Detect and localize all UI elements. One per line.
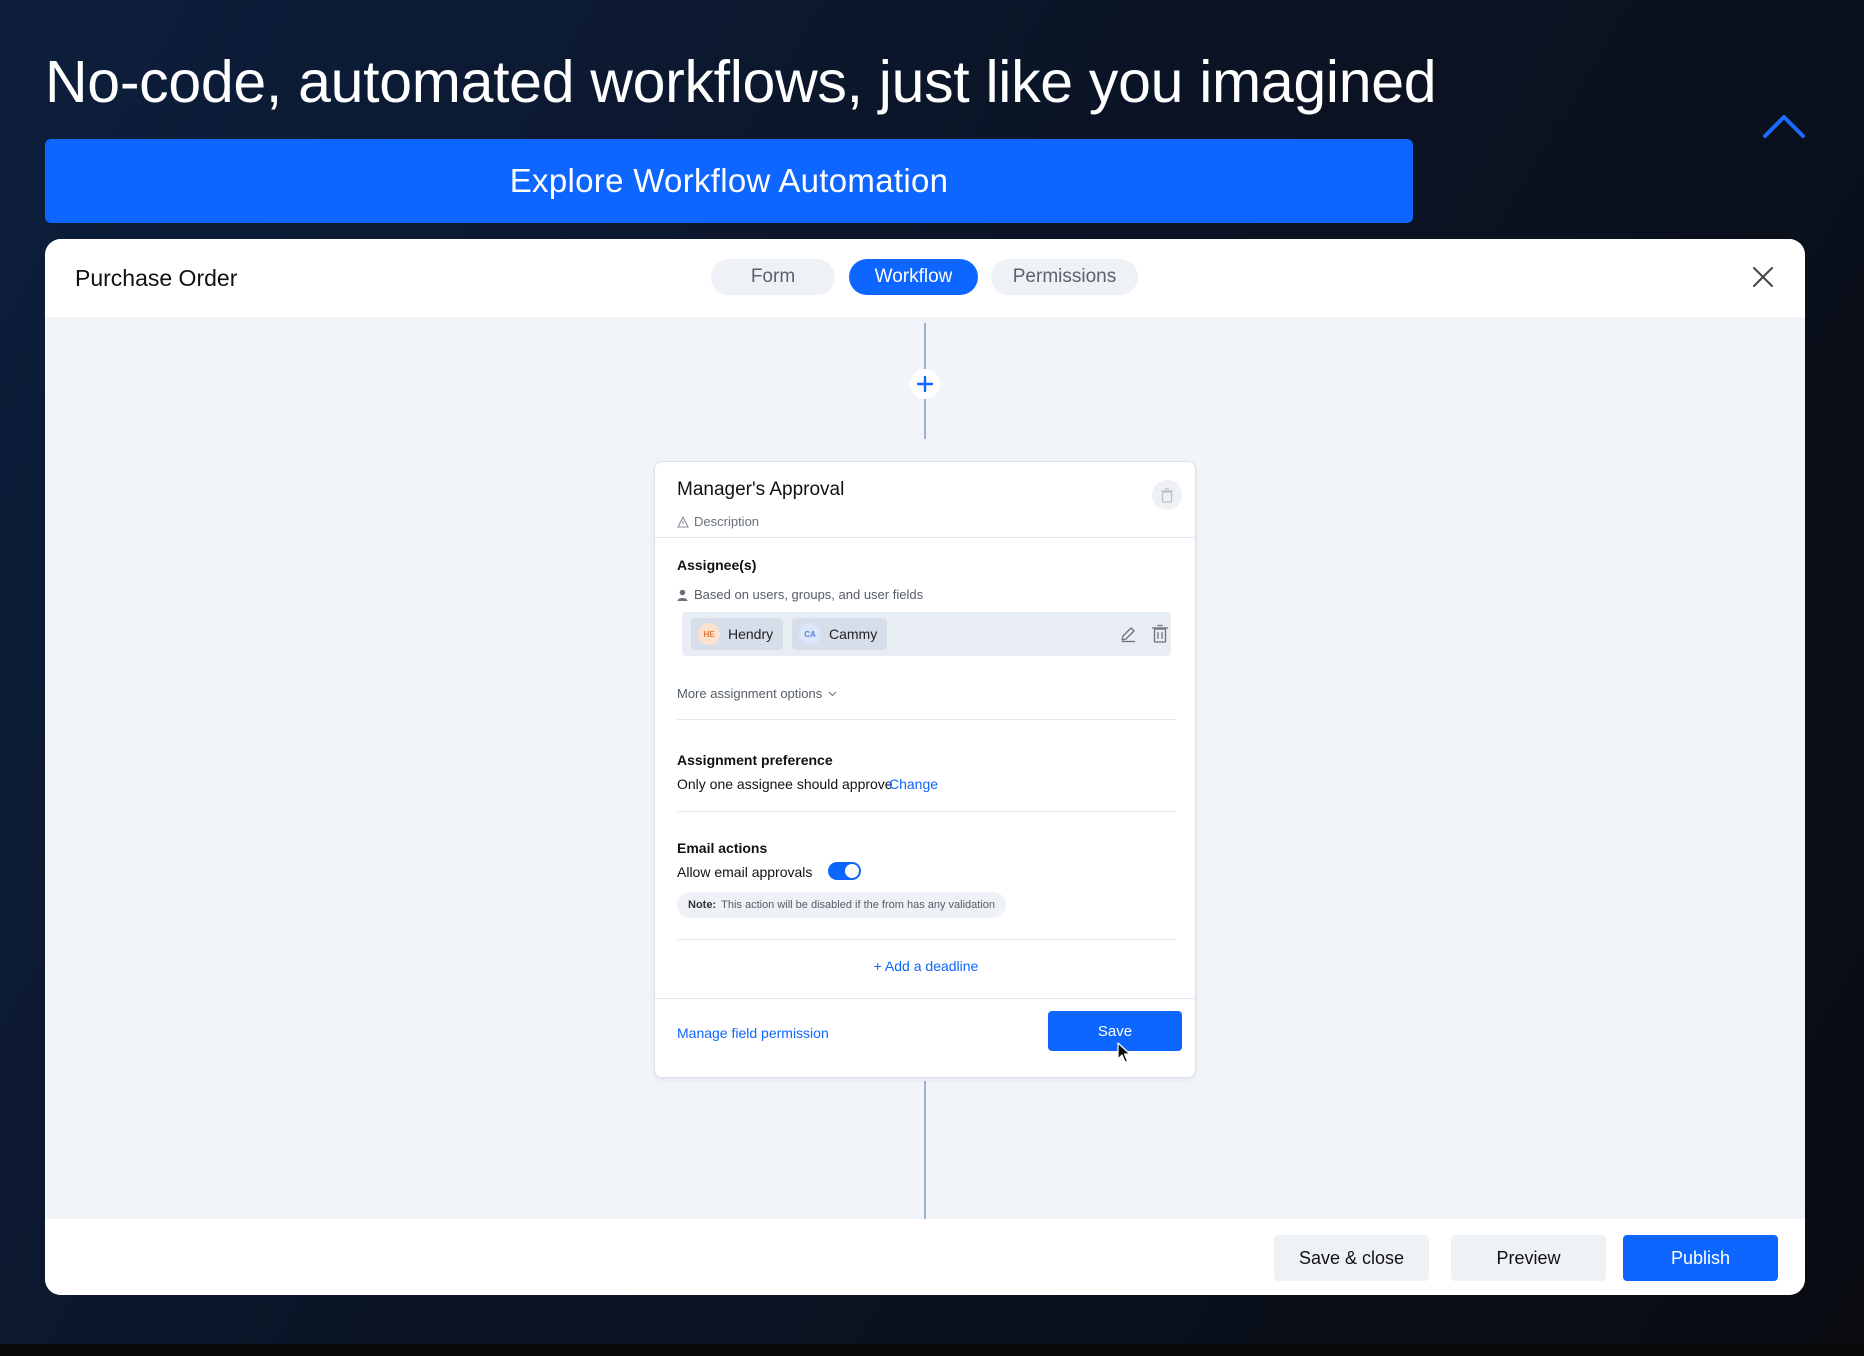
- connector-line-bottom: [924, 1081, 926, 1219]
- connector-line-top: [924, 323, 926, 369]
- hero-headline: No-code, automated workflows, just like …: [45, 49, 1437, 115]
- explore-workflow-button[interactable]: Explore Workflow Automation: [45, 139, 1413, 223]
- trash-icon[interactable]: [1151, 624, 1169, 644]
- bottom-strip: [0, 1344, 1864, 1356]
- divider: [655, 998, 1197, 999]
- modal-footer: Save & close Preview Publish: [45, 1219, 1805, 1295]
- email-actions-label: Email actions: [677, 840, 768, 856]
- description-placeholder: Description: [694, 514, 760, 529]
- modal-title: Purchase Order: [75, 265, 238, 291]
- divider: [677, 939, 1175, 940]
- close-icon[interactable]: [1750, 264, 1776, 290]
- assignee-field[interactable]: HE Hendry CA Cammy: [682, 612, 1171, 656]
- plus-icon: [916, 375, 934, 393]
- avatar: CA: [799, 623, 821, 645]
- tab-workflow[interactable]: Workflow: [849, 259, 978, 295]
- preference-value: Only one assignee should approve: [677, 776, 893, 792]
- add-step-button[interactable]: [910, 369, 940, 399]
- save-button[interactable]: Save: [1048, 1011, 1182, 1051]
- publish-button[interactable]: Publish: [1623, 1235, 1778, 1281]
- chevron-down-icon: [828, 691, 837, 696]
- divider: [655, 537, 1197, 538]
- user-icon: [677, 589, 688, 601]
- validation-note: Note: This action will be disabled if th…: [677, 892, 1007, 918]
- mouse-cursor-icon: [1117, 1042, 1131, 1063]
- approval-step-card: Manager's Approval Description Assignee(…: [654, 461, 1197, 1078]
- change-preference-link[interactable]: Change: [889, 776, 938, 792]
- allow-email-toggle[interactable]: [828, 862, 861, 880]
- toggle-knob: [845, 864, 859, 878]
- warning-icon: [677, 515, 689, 528]
- manage-field-permission-link[interactable]: Manage field permission: [677, 1025, 829, 1041]
- tab-form[interactable]: Form: [711, 259, 835, 295]
- modal-header: Purchase Order Form Workflow Permissions: [45, 239, 1805, 317]
- workflow-modal: Purchase Order Form Workflow Permissions…: [45, 239, 1805, 1295]
- assignee-name: Cammy: [829, 626, 878, 642]
- delete-step-button[interactable]: [1152, 480, 1182, 510]
- assignees-hint: Based on users, groups, and user fields: [677, 587, 923, 602]
- preview-button[interactable]: Preview: [1451, 1235, 1606, 1281]
- more-assignment-options[interactable]: More assignment options: [677, 686, 837, 701]
- connector-line-mid: [924, 399, 926, 439]
- tab-permissions[interactable]: Permissions: [991, 259, 1138, 295]
- description-field[interactable]: Description: [677, 514, 759, 529]
- allow-email-label: Allow email approvals: [677, 864, 813, 880]
- avatar: HE: [698, 623, 720, 645]
- assignee-name: Hendry: [728, 626, 774, 642]
- step-title[interactable]: Manager's Approval: [677, 479, 844, 501]
- assignee-chip-cammy[interactable]: CA Cammy: [792, 618, 888, 650]
- chevron-up-icon[interactable]: [1762, 112, 1806, 142]
- save-close-button[interactable]: Save & close: [1274, 1235, 1429, 1281]
- add-deadline-link[interactable]: + Add a deadline: [655, 958, 1197, 974]
- preference-label: Assignment preference: [677, 752, 833, 768]
- divider: [677, 811, 1175, 812]
- assignee-chip-hendry[interactable]: HE Hendry: [691, 618, 784, 650]
- divider: [677, 719, 1175, 720]
- assignees-label: Assignee(s): [677, 557, 757, 573]
- pencil-icon[interactable]: [1119, 625, 1137, 643]
- trash-icon: [1161, 487, 1173, 503]
